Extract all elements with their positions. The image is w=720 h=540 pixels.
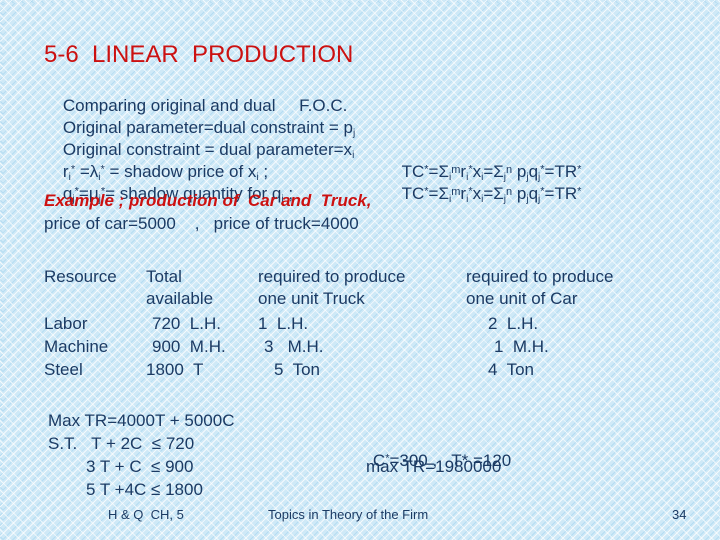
- table-row: 720 L.H.: [152, 314, 221, 333]
- table-header-truck-l2: one unit Truck: [258, 289, 365, 308]
- constraint-2: 3 T + C ≤ 900: [86, 457, 194, 476]
- solution-max-tr: max TR=1980000: [366, 457, 502, 476]
- formula2-eq2: =: [483, 184, 494, 203]
- objective-function: Max TR=4000T + 5000C: [48, 411, 235, 430]
- slide-canvas: 5-6 LINEAR PRODUCTION Comparing original…: [0, 0, 720, 540]
- table-row: 3 M.H.: [264, 337, 324, 356]
- constraint-1: S.T. T + 2C ≤ 720: [48, 434, 195, 453]
- table-row: Labor: [44, 314, 88, 333]
- prices-line: price of car=5000 , price of truck=4000: [44, 214, 359, 233]
- table-row: Steel: [44, 360, 83, 379]
- table-header-available: available: [146, 289, 214, 308]
- formula2-tr-sup: *: [577, 185, 582, 198]
- table-header-car-l2: one unit of Car: [466, 289, 578, 308]
- table-row: 2 L.H.: [488, 314, 539, 333]
- page-title: 5-6 LINEAR PRODUCTION: [44, 41, 354, 68]
- table-row: 5 Ton: [274, 360, 321, 379]
- table-header-truck-l1: required to produce: [258, 267, 406, 286]
- formula2-x: x: [472, 184, 482, 203]
- formula2-eq3: =TR: [544, 184, 578, 203]
- table-row: 4 Ton: [488, 360, 535, 379]
- footer-center: Topics in Theory of the Firm: [268, 507, 429, 522]
- table-row: 1800 T: [146, 360, 204, 379]
- table-row: 1 L.H.: [258, 314, 309, 333]
- table-header-total: Total: [146, 267, 182, 286]
- table-row: Machine: [44, 337, 109, 356]
- intro-line-constraint-sub: i: [352, 149, 355, 161]
- constraint-3: 5 T +4C ≤ 1800: [86, 480, 203, 499]
- formula2-q: q: [528, 184, 539, 203]
- footer-left: H & Q CH, 5: [108, 507, 184, 522]
- table-header-resource: Resource: [44, 267, 117, 286]
- duality-formula-second: TC*=Σimri*xi=Σjn pjqj*=TR*: [383, 168, 582, 219]
- formula2-p: p: [512, 184, 527, 203]
- formula2-sigma-1: Σ: [438, 184, 449, 203]
- table-row: 900 M.H.: [152, 337, 226, 356]
- footer-page-number: 34: [672, 507, 687, 522]
- table-row: 1 M.H.: [494, 337, 549, 356]
- formula2-sigma-2: Σ: [493, 184, 504, 203]
- example-heading: Example ; production of Car and Truck,: [44, 191, 372, 210]
- formula2-tc: TC: [401, 184, 425, 203]
- formula2-eq1: =: [428, 184, 439, 203]
- table-header-car-l1: required to produce: [466, 267, 614, 286]
